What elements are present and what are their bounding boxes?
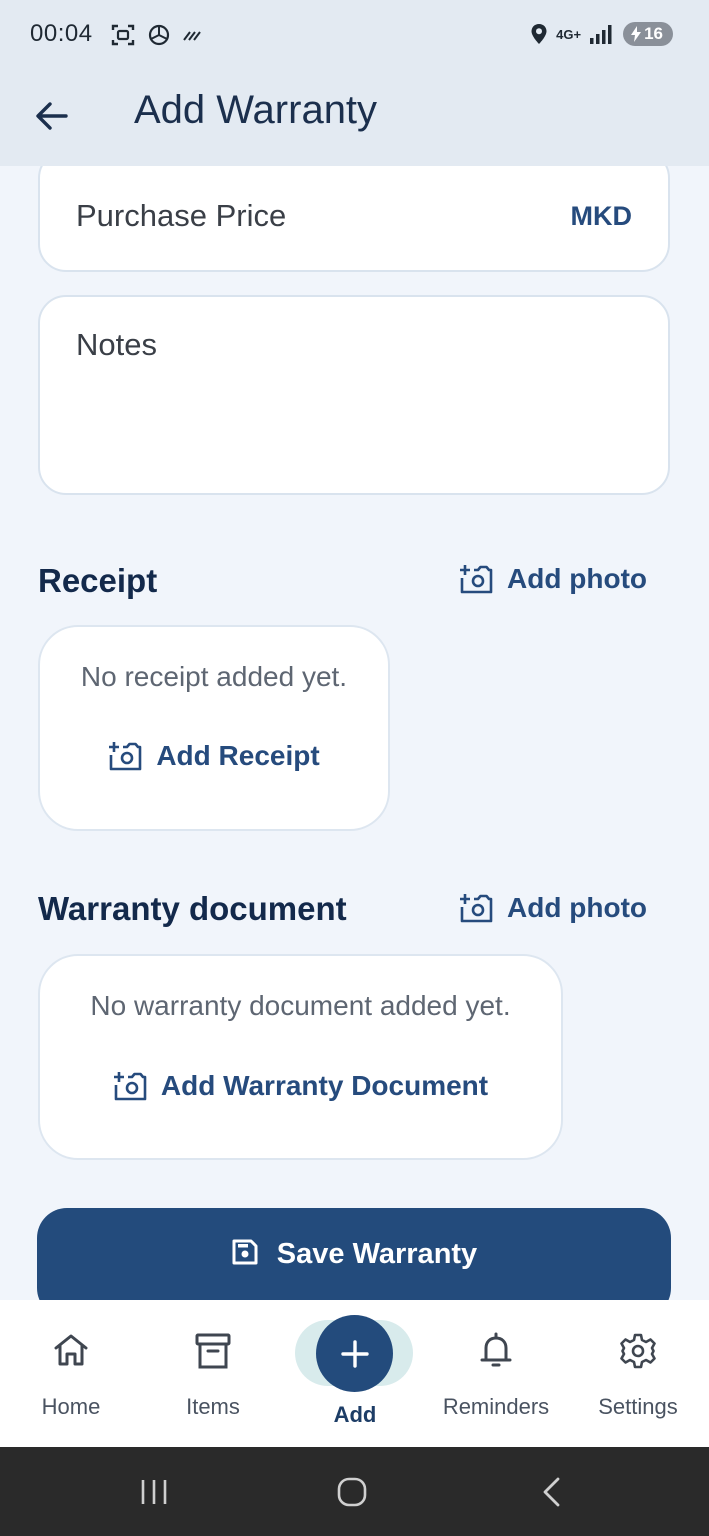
receipt-add-photo-button[interactable]: Add photo	[459, 563, 647, 595]
nav-label-home: Home	[41, 1394, 101, 1419]
status-notification-icons	[110, 22, 204, 48]
ai-app-icon	[148, 24, 170, 46]
purchase-price-label: Purchase Price	[76, 198, 287, 233]
save-warranty-label: Save Warranty	[276, 1238, 478, 1270]
signal-icon	[590, 25, 612, 44]
purchase-price-clip: Purchase Price MKD	[0, 166, 709, 286]
warranty-add-photo-label: Add photo	[507, 892, 647, 923]
home-icon	[54, 1334, 88, 1366]
back-system-button[interactable]	[526, 1469, 576, 1515]
receipt-card: No receipt added yet. Add Receipt	[38, 625, 390, 831]
add-photo-icon	[460, 565, 493, 594]
location-icon	[531, 24, 547, 44]
purchase-price-field[interactable]: Purchase Price MKD	[38, 166, 670, 272]
add-warranty-document-label: Add Warranty Document	[160, 1070, 489, 1101]
nav-item-add[interactable]	[316, 1315, 393, 1392]
nav-label-reminders: Reminders	[442, 1394, 550, 1419]
wifi-calling-icon	[183, 31, 201, 41]
add-photo-icon	[113, 1072, 147, 1101]
nav-item-reminders[interactable]: Reminders	[425, 1300, 567, 1447]
back-button[interactable]	[28, 92, 76, 140]
bottom-navigation: Home Items Add Reminders Settings	[0, 1300, 709, 1447]
screenshot-icon	[111, 24, 135, 46]
nav-label-add: Add	[333, 1402, 377, 1427]
system-navigation-bar	[0, 1447, 709, 1536]
add-photo-icon	[109, 742, 142, 771]
add-receipt-button[interactable]: Add Receipt	[40, 740, 388, 772]
page-title: Add Warranty	[134, 88, 378, 132]
battery-level: 16	[644, 24, 663, 43]
nav-item-settings[interactable]: Settings	[567, 1300, 709, 1447]
network-type: 4G+	[556, 26, 582, 42]
charging-bolt-icon	[631, 26, 642, 42]
status-system-icons: 4G+ 16	[530, 22, 673, 46]
receipt-section-title: Receipt	[38, 562, 158, 599]
notes-field[interactable]: Notes	[38, 295, 670, 495]
gear-icon	[620, 1333, 656, 1369]
chevron-left-icon	[543, 1477, 560, 1507]
home-circle-icon	[337, 1477, 367, 1507]
archive-box-icon	[195, 1333, 231, 1369]
add-warranty-document-button[interactable]: Add Warranty Document	[40, 1070, 561, 1102]
receipt-add-photo-label: Add photo	[507, 563, 647, 594]
bell-icon	[480, 1332, 512, 1367]
warranty-document-section-title: Warranty document	[38, 890, 347, 927]
nav-label-items: Items	[186, 1394, 240, 1419]
notes-label: Notes	[76, 327, 157, 362]
screen: 00:04 4G+ 16 Add Warranty Purchase Price…	[0, 0, 709, 1536]
currency-label: MKD	[570, 201, 633, 231]
home-system-button[interactable]	[327, 1469, 377, 1515]
top-bar: 00:04 4G+ 16 Add Warranty	[0, 0, 709, 166]
nav-item-items[interactable]: Items	[142, 1300, 284, 1447]
warranty-document-empty-text: No warranty document added yet.	[90, 990, 511, 1021]
nav-item-home[interactable]: Home	[0, 1300, 142, 1447]
recent-apps-button[interactable]	[129, 1469, 179, 1515]
add-receipt-label: Add Receipt	[156, 740, 320, 771]
warranty-document-card: No warranty document added yet. Add Warr…	[38, 954, 563, 1160]
plus-icon	[340, 1339, 369, 1368]
status-time: 00:04	[30, 20, 93, 47]
arrow-left-icon	[36, 102, 68, 130]
recent-apps-icon	[141, 1480, 167, 1504]
nav-label-settings: Settings	[598, 1394, 678, 1419]
add-photo-icon	[460, 894, 493, 923]
battery-indicator: 16	[623, 22, 673, 46]
receipt-empty-text: No receipt added yet.	[80, 661, 348, 692]
warranty-add-photo-button[interactable]: Add photo	[459, 892, 647, 924]
save-icon	[232, 1239, 258, 1265]
